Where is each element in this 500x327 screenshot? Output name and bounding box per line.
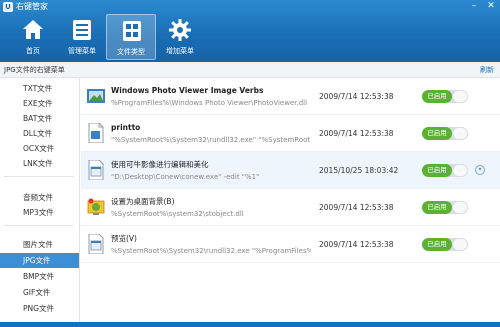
- document-icon: [88, 123, 104, 143]
- toggle-knob: [453, 202, 467, 213]
- item-name: Windows Photo Viewer Image Verbs: [111, 86, 264, 95]
- enable-toggle[interactable]: 已启用: [422, 201, 468, 214]
- sidebar-divider: [4, 176, 74, 177]
- exe-icon: [88, 160, 104, 180]
- toolbar-file-type-button[interactable]: 文件类型: [106, 14, 156, 60]
- menu-list-icon: [73, 20, 91, 40]
- item-date: 2015/10/25 18:03:42: [319, 166, 399, 175]
- refresh-link[interactable]: 刷新: [480, 65, 494, 75]
- enable-toggle[interactable]: 已启用: [422, 90, 468, 103]
- item-path: %SystemRoot%\System32\rundll32.exe "%Pro…: [111, 247, 311, 255]
- item-path: "%SystemRoot%\System32\rundll32.exe" "%S…: [111, 136, 311, 144]
- sidebar-item-ocx[interactable]: OCX文件: [0, 141, 79, 156]
- list-item[interactable]: Windows Photo Viewer Image Verbs %Progra…: [81, 78, 500, 115]
- app-title: 右键管家: [16, 2, 48, 11]
- toolbar-home-label: 首页: [26, 47, 40, 55]
- file-type-icon: [123, 21, 141, 41]
- toolbar-home-button[interactable]: 首页: [8, 14, 58, 60]
- toggle-knob: [453, 239, 467, 250]
- app-logo: U: [3, 2, 13, 12]
- sidebar-item-image[interactable]: 图片文件: [0, 237, 79, 252]
- item-date: 2009/7/14 12:53:38: [319, 92, 394, 101]
- chevron-down-icon[interactable]: ▾: [475, 165, 485, 175]
- item-path: "D:\Desktop\Conew\conew.exe" -edit "%1": [111, 173, 260, 181]
- item-date: 2009/7/14 12:53:38: [319, 129, 394, 138]
- item-path: %SystemRoot%\system32\stobject.dll: [111, 210, 244, 218]
- sidebar-item-jpg[interactable]: JPG文件: [0, 253, 79, 268]
- sidebar-item-gif[interactable]: GIF文件: [0, 285, 79, 300]
- context-menu-list: Windows Photo Viewer Image Verbs %Progra…: [81, 78, 500, 327]
- photo-viewer-icon: [87, 89, 105, 103]
- sidebar-item-exe[interactable]: EXE文件: [0, 96, 79, 111]
- toggle-label: 已启用: [422, 164, 452, 177]
- toolbar-file-type-label: 文件类型: [117, 48, 145, 56]
- sidebar-item-lnk[interactable]: LNK文件: [0, 156, 79, 171]
- item-date: 2009/7/14 12:53:38: [319, 203, 394, 212]
- toolbar-manage-menu-label: 管理菜单: [68, 47, 96, 55]
- header-bar: U 右键管家 – ✕ 首页 管理菜单 文件类型 增加菜单: [0, 0, 500, 62]
- list-item[interactable]: 预览(V) %SystemRoot%\System32\rundll32.exe…: [81, 226, 500, 263]
- section-header: JPG文件的右键菜单 刷新: [0, 62, 500, 78]
- sidebar-item-txt[interactable]: TXT文件: [0, 81, 79, 96]
- item-path: %ProgramFiles%\Windows Photo Viewer\Phot…: [111, 99, 308, 107]
- minimize-button[interactable]: –: [467, 1, 481, 12]
- item-name: 预览(V): [111, 234, 137, 243]
- gear-icon: [169, 19, 191, 41]
- item-name: 设置为桌面背景(B): [111, 197, 175, 206]
- sidebar-divider: [4, 225, 74, 226]
- item-date: 2009/7/14 12:53:38: [319, 240, 394, 249]
- toolbar-manage-menu-button[interactable]: 管理菜单: [57, 14, 107, 60]
- item-name: printto: [111, 123, 141, 132]
- toggle-label: 已启用: [422, 201, 452, 214]
- sidebar-item-dll[interactable]: DLL文件: [0, 126, 79, 141]
- toggle-label: 已启用: [422, 238, 452, 251]
- file-type-sidebar: TXT文件 EXE文件 BAT文件 DLL文件 OCX文件 LNK文件 音频文件…: [0, 78, 80, 327]
- toolbar-add-menu-label: 增加菜单: [166, 47, 194, 55]
- sidebar-item-audio[interactable]: 音频文件: [0, 190, 79, 205]
- list-item[interactable]: printto "%SystemRoot%\System32\rundll32.…: [81, 115, 500, 152]
- exe-icon: [88, 234, 104, 254]
- toggle-label: 已启用: [422, 90, 452, 103]
- status-bar: [0, 322, 500, 327]
- toggle-knob: [453, 165, 467, 176]
- section-title: JPG文件的右键菜单: [4, 66, 65, 74]
- toggle-knob: [453, 128, 467, 139]
- wallpaper-icon: [87, 198, 105, 215]
- sidebar-item-mp3[interactable]: MP3文件: [0, 205, 79, 220]
- enable-toggle[interactable]: 已启用: [422, 164, 468, 177]
- close-button[interactable]: ✕: [484, 1, 498, 12]
- toggle-label: 已启用: [422, 127, 452, 140]
- home-icon: [23, 20, 43, 39]
- enable-toggle[interactable]: 已启用: [422, 127, 468, 140]
- toggle-knob: [453, 91, 467, 102]
- item-name: 使用可牛影像进行编辑和美化: [111, 160, 209, 169]
- enable-toggle[interactable]: 已启用: [422, 238, 468, 251]
- toolbar-add-menu-button[interactable]: 增加菜单: [155, 14, 205, 60]
- list-item[interactable]: 使用可牛影像进行编辑和美化 "D:\Desktop\Conew\conew.ex…: [81, 152, 500, 189]
- sidebar-item-bat[interactable]: BAT文件: [0, 111, 79, 126]
- sidebar-item-png[interactable]: PNG文件: [0, 301, 79, 316]
- sidebar-item-bmp[interactable]: BMP文件: [0, 269, 79, 284]
- title-bar: U 右键管家 – ✕: [0, 0, 500, 14]
- toolbar: 首页 管理菜单 文件类型 增加菜单: [0, 14, 500, 62]
- list-item[interactable]: 设置为桌面背景(B) %SystemRoot%\system32\stobjec…: [81, 189, 500, 226]
